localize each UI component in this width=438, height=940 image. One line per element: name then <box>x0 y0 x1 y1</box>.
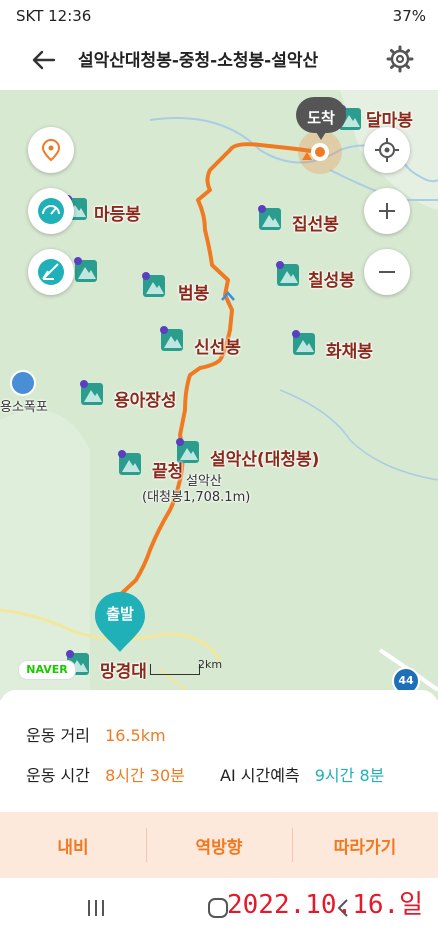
page-title: 설악산대청봉-중청-소청봉-설악산 <box>78 51 319 71</box>
minus-icon <box>379 271 395 273</box>
elevation-icon <box>38 259 64 285</box>
time-value: 8시간 30분 <box>105 766 185 785</box>
peak-label: 범봉 <box>178 284 210 304</box>
reverse-button[interactable]: 역방향 <box>146 812 292 878</box>
peak-label: 설악산(대청봉) <box>210 450 320 470</box>
peak-icon[interactable] <box>80 380 106 406</box>
action-bar: 내비 역방향 따라가기 <box>0 812 438 878</box>
map-view[interactable]: 달마봉 마등봉 집선봉 범봉 칠성봉 신선봉 화채봉 용아장성 설악산(대청봉)… <box>0 90 438 700</box>
distance-label: 운동 거리 <box>26 726 90 745</box>
distance-row: 운동 거리 16.5km <box>26 722 166 746</box>
follow-button[interactable]: 따라가기 <box>292 812 438 878</box>
peak-label: 용아장성 <box>114 391 177 411</box>
time-row: 운동 시간 8시간 30분 <box>26 762 185 786</box>
arrive-label: 도착 <box>307 109 335 127</box>
status-bar: SKT 12:36 37% <box>0 0 438 32</box>
gear-icon[interactable] <box>384 43 416 75</box>
my-location-button[interactable] <box>364 127 410 173</box>
peak-label: 마등봉 <box>94 205 141 225</box>
speedometer-icon <box>38 198 64 224</box>
peak-icon[interactable] <box>292 330 318 356</box>
peak-label: 칠성봉 <box>308 271 355 291</box>
peak-icon[interactable] <box>74 257 100 283</box>
map-scale-label: 2km <box>198 658 223 671</box>
back-arrow-icon[interactable] <box>28 44 60 76</box>
zoom-out-button[interactable] <box>364 249 410 295</box>
speed-button[interactable] <box>28 188 74 234</box>
waterfall-icon[interactable] <box>10 370 36 396</box>
summit-detail-label: (대청봉1,708.1m) <box>142 490 251 505</box>
ai-time-label: AI 시간예측 <box>220 766 300 785</box>
peak-icon[interactable] <box>160 326 186 352</box>
ai-time-value: 9시간 8분 <box>314 766 385 785</box>
peak-label: 망경대 <box>100 662 147 682</box>
peak-icon[interactable] <box>258 205 284 231</box>
peak-label: 끝청 <box>152 462 184 482</box>
elevation-button[interactable] <box>28 249 74 295</box>
plus-icon <box>379 203 395 219</box>
peak-icon[interactable] <box>276 261 302 287</box>
peak-icon[interactable] <box>118 450 144 476</box>
time-label: 운동 시간 <box>26 766 90 785</box>
map-background <box>0 90 438 700</box>
navi-button[interactable]: 내비 <box>0 812 146 878</box>
location-pin-button[interactable] <box>28 127 74 173</box>
naver-logo: NAVER <box>18 660 76 680</box>
distance-value: 16.5km <box>105 726 166 745</box>
battery-level: 37% <box>392 7 426 25</box>
waterfall-label: 용소폭포 <box>0 400 48 415</box>
location-pin-icon <box>41 138 61 162</box>
recent-apps-icon[interactable] <box>82 896 110 920</box>
zoom-in-button[interactable] <box>364 188 410 234</box>
photo-date-stamp: 2022.10.16.일 <box>227 890 424 920</box>
carrier-time: SKT 12:36 <box>16 7 92 25</box>
route-info-panel: 운동 거리 16.5km 운동 시간 8시간 30분 AI 시간예측 9시간 8… <box>0 690 438 820</box>
peak-label: 화채봉 <box>326 342 373 362</box>
header: 설악산대청봉-중청-소청봉-설악산 <box>0 32 438 90</box>
map-scale-bar <box>150 664 200 675</box>
ai-time-row: AI 시간예측 9시간 8분 <box>220 762 384 786</box>
peak-label: 신선봉 <box>194 338 241 358</box>
start-label: 출발 <box>106 605 134 623</box>
peak-icon[interactable] <box>142 272 168 298</box>
peak-label: 집선봉 <box>292 215 339 235</box>
crosshair-icon <box>375 138 399 162</box>
